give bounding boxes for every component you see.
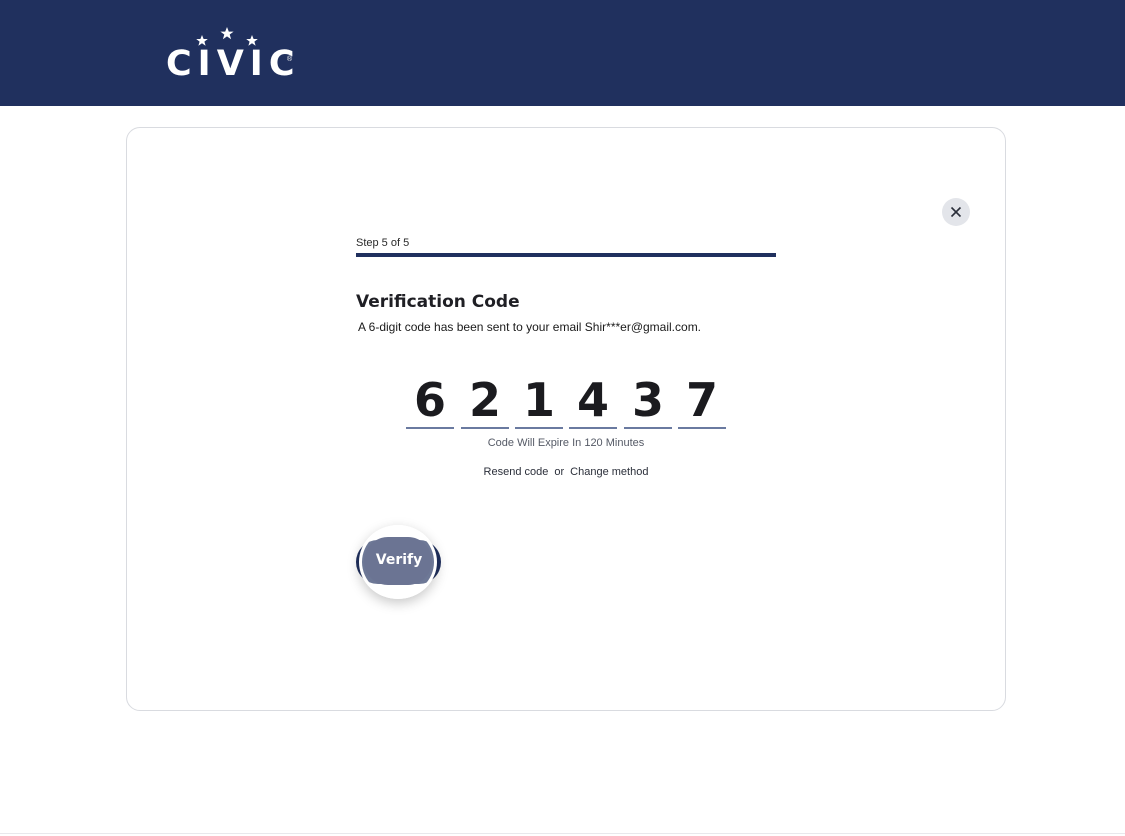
code-digit-4[interactable]: 4	[569, 371, 617, 429]
verification-card: Step 5 of 5 Verification Code A 6-digit …	[126, 127, 1006, 711]
code-digit-5[interactable]: 3	[624, 371, 672, 429]
change-method-link[interactable]: Change method	[570, 466, 648, 478]
code-sent-message: A 6-digit code has been sent to your ema…	[358, 320, 702, 334]
code-digit-1[interactable]: 6	[406, 371, 454, 429]
or-separator: or	[554, 466, 565, 478]
code-digit-2[interactable]: 2	[461, 371, 509, 429]
logo-wordmark: CIVIC	[166, 44, 301, 84]
code-digit-3[interactable]: 1	[515, 371, 563, 429]
code-options: Resend code or Change method	[356, 466, 776, 478]
verify-button-area: Verify	[356, 525, 442, 599]
close-icon	[950, 206, 962, 218]
verify-button-label: Verify	[375, 552, 423, 568]
civic-logo[interactable]: CIVIC ®	[166, 26, 296, 82]
page-title: Verification Code	[356, 292, 520, 312]
step-progress-bar	[356, 253, 776, 257]
step-progress-fill	[356, 253, 776, 257]
resend-code-link[interactable]: Resend code	[484, 466, 549, 478]
verification-code-input[interactable]: 6 2 1 4 3 7	[406, 371, 728, 431]
registered-mark: ®	[287, 56, 293, 63]
step-indicator: Step 5 of 5	[356, 237, 410, 249]
header-bar: CIVIC ®	[0, 0, 1125, 106]
footer-divider	[0, 833, 1125, 834]
close-button[interactable]	[942, 198, 970, 226]
code-digit-6[interactable]: 7	[678, 371, 726, 429]
code-expiry-text: Code Will Expire In 120 Minutes	[487, 437, 645, 449]
